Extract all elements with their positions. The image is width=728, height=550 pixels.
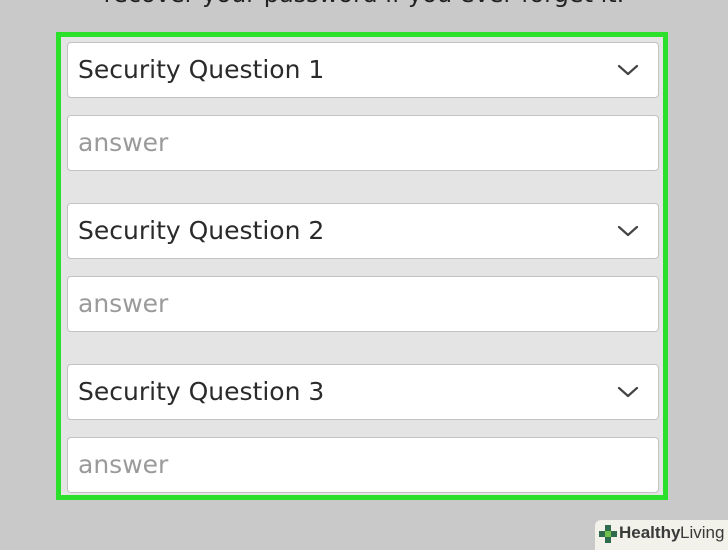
security-answer-3-field[interactable]: answer [67, 437, 659, 493]
answer-2-placeholder: answer [78, 289, 169, 318]
chevron-down-icon [617, 64, 639, 76]
security-question-1-select[interactable]: Security Question 1 [67, 42, 659, 98]
chevron-down-icon [617, 386, 639, 398]
security-questions-highlight [56, 32, 668, 500]
security-question-3-select[interactable]: Security Question 3 [67, 364, 659, 420]
security-question-3-label: Security Question 3 [78, 377, 325, 406]
answer-1-placeholder: answer [78, 128, 169, 157]
chevron-down-icon [617, 225, 639, 237]
security-question-2-select[interactable]: Security Question 2 [67, 203, 659, 259]
answer-3-placeholder: answer [78, 450, 169, 479]
intro-text: recover your password if you ever forget… [0, 0, 728, 8]
security-question-2-label: Security Question 2 [78, 216, 325, 245]
watermark-brand-bold: Healthy [619, 523, 681, 542]
security-answer-2-field[interactable]: answer [67, 276, 659, 332]
plus-leaf-icon [599, 525, 617, 543]
security-question-1-label: Security Question 1 [78, 55, 325, 84]
security-answer-1-field[interactable]: answer [67, 115, 659, 171]
watermark-brand-light: Living [680, 523, 725, 542]
